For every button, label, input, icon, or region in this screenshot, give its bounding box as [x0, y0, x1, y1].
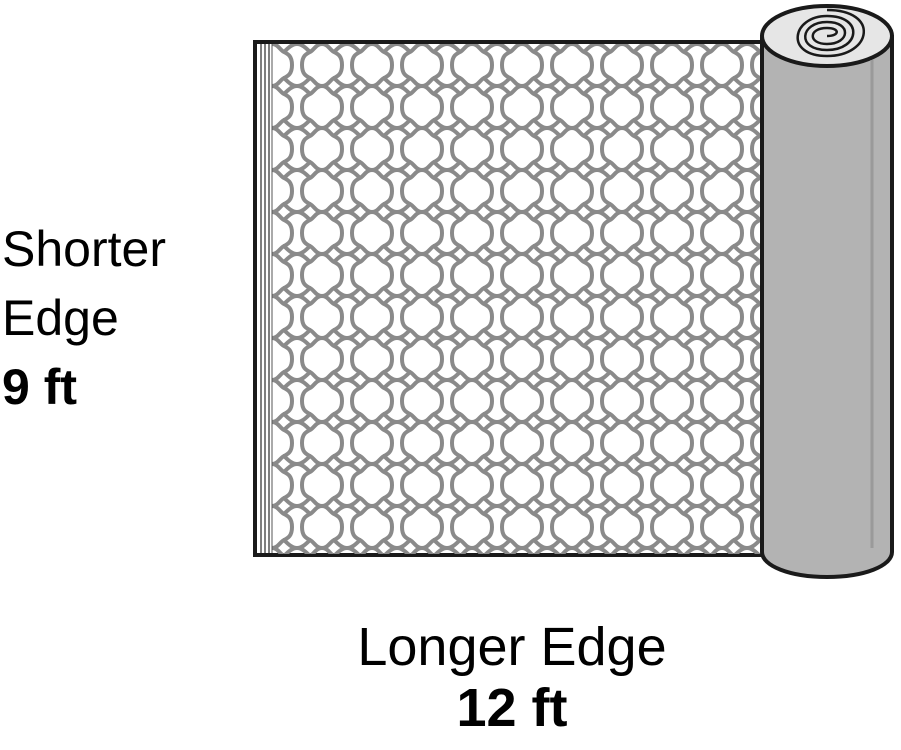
shorter-edge-word: Edge: [2, 290, 119, 346]
shorter-edge-name: Shorter: [2, 221, 166, 277]
rug-sheet: [253, 40, 772, 557]
rug-roll-cylinder: [760, 4, 894, 579]
longer-edge-measure: 12 ft: [456, 678, 568, 738]
shorter-edge-measure: 9 ft: [2, 359, 77, 415]
shorter-edge-label: Shorter Edge 9 ft: [2, 224, 166, 431]
longer-edge-label: Longer Edge 12 ft: [337, 620, 687, 742]
diagram-stage: Shorter Edge 9 ft Longer Edge 12 ft: [0, 0, 901, 750]
longer-edge-name: Longer Edge: [357, 617, 667, 677]
